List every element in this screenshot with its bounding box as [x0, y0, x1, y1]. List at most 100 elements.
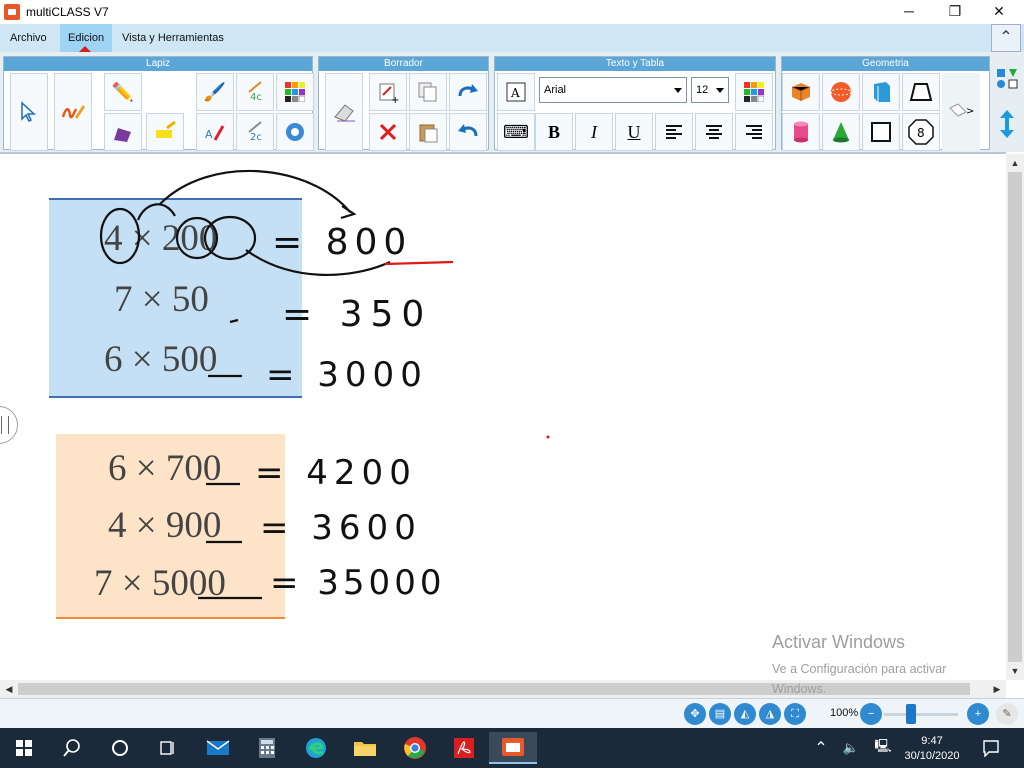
chrome-browser-icon[interactable] — [391, 732, 439, 764]
show-hidden-icons[interactable]: ⌃ — [804, 732, 838, 764]
multiclass-taskbar-button[interactable] — [489, 732, 537, 764]
group-lapiz: Lapiz ✏️ 🖌️ A 4c 2c — [3, 56, 314, 151]
edge-browser-icon[interactable] — [292, 732, 340, 764]
text-color-icon[interactable] — [735, 73, 773, 111]
move-vertical-icon[interactable] — [992, 102, 1022, 146]
scroll-up-icon[interactable]: ▲ — [1006, 154, 1024, 172]
text-box-icon[interactable]: A — [497, 73, 535, 111]
select-pointer-tool[interactable] — [10, 73, 48, 151]
network-icon[interactable]: 🖳 — [866, 732, 900, 764]
color-palette-icon[interactable] — [276, 73, 314, 111]
align-center-icon[interactable] — [695, 113, 733, 151]
vertical-scrollbar[interactable]: ▲ ▼ — [1006, 154, 1024, 680]
eraser-tool[interactable] — [325, 73, 363, 151]
expression-3: 6 × 500 — [104, 339, 217, 380]
delete-icon[interactable] — [369, 113, 407, 151]
formula-2c-tool[interactable]: 2c — [236, 113, 274, 151]
chevron-down-icon — [674, 88, 682, 93]
chevron-down-icon — [716, 88, 724, 93]
title-bar: multiCLASS V7 ─ ❐ ✕ — [0, 0, 1024, 24]
scroll-down-icon[interactable]: ▼ — [1006, 662, 1024, 680]
font-family-select[interactable]: Arial — [539, 77, 687, 103]
svg-text:4c: 4c — [250, 92, 262, 103]
freehand-pen-tool[interactable] — [54, 73, 92, 151]
add-page-icon[interactable]: + — [369, 73, 407, 111]
font-family-value: Arial — [544, 84, 567, 96]
shapes-palette-icon[interactable] — [992, 56, 1022, 100]
fit-width-icon[interactable]: ◭ — [734, 703, 756, 725]
fit-page-icon[interactable]: ◮ — [759, 703, 781, 725]
underline-button[interactable]: U — [615, 113, 653, 151]
file-explorer-icon[interactable] — [341, 732, 389, 764]
sphere-icon[interactable] — [822, 73, 860, 111]
collapse-ribbon-button[interactable]: ⌃ — [991, 24, 1021, 52]
undo-icon[interactable] — [449, 113, 487, 151]
vertical-scroll-thumb[interactable] — [1008, 172, 1022, 662]
calculator-icon[interactable] — [243, 732, 291, 764]
font-size-select[interactable]: 12 — [691, 77, 729, 103]
brush-tool[interactable]: 🖌️ — [196, 73, 234, 111]
more-shapes-button[interactable]: > — [942, 73, 980, 151]
expression-5: 4 × 900 — [108, 505, 221, 546]
redo-icon[interactable] — [449, 73, 487, 111]
status-bar: ✥ ▤ ◭ ◮ ⛶ 100% − + ✎ — [0, 698, 1024, 728]
minimize-button[interactable]: ─ — [886, 0, 932, 24]
magic-pen-tool[interactable]: ✏️ — [104, 73, 142, 111]
svg-text:>: > — [966, 106, 974, 117]
zoom-in-button[interactable]: + — [967, 703, 989, 725]
keyboard-icon[interactable]: ⌨ — [497, 113, 535, 151]
menu-archivo[interactable]: Archivo — [2, 24, 55, 52]
clock-time: 9:47 — [921, 735, 943, 747]
answer-5: = 3600 — [260, 508, 422, 548]
pencil-mode-icon[interactable]: ✎ — [996, 703, 1018, 725]
search-icon[interactable] — [48, 732, 96, 764]
square-icon[interactable] — [862, 113, 900, 151]
zoom-out-button[interactable]: − — [860, 703, 882, 725]
align-left-icon[interactable] — [655, 113, 693, 151]
zoom-slider-track[interactable] — [884, 713, 958, 716]
close-button[interactable]: ✕ — [976, 0, 1022, 24]
copy-icon[interactable] — [409, 73, 447, 111]
pan-icon[interactable]: ✥ — [684, 703, 706, 725]
windows-taskbar: ⌃ 🔈 🖳 9:47 30/10/2020 — [0, 728, 1024, 768]
start-button[interactable] — [0, 732, 48, 764]
text-pen-tool[interactable]: A — [196, 113, 234, 151]
menu-vista-herramientas[interactable]: Vista y Herramientas — [114, 24, 232, 52]
formula-4c-tool[interactable]: 4c — [236, 73, 274, 111]
task-view-icon[interactable] — [144, 732, 192, 764]
mail-icon[interactable] — [194, 732, 242, 764]
highlighter-tool[interactable] — [146, 113, 184, 151]
svg-text:2c: 2c — [250, 132, 262, 143]
notifications-icon[interactable] — [968, 732, 1014, 764]
answer-1: = 800 — [272, 222, 412, 263]
fullscreen-icon[interactable]: ⛶ — [784, 703, 806, 725]
italic-button[interactable]: I — [575, 113, 613, 151]
answer-2: = 350 — [282, 294, 432, 335]
scroll-right-icon[interactable]: ▶ — [988, 680, 1006, 698]
cortana-icon[interactable] — [96, 732, 144, 764]
shape-pen-tool[interactable] — [104, 113, 142, 151]
cube-icon[interactable] — [782, 73, 820, 111]
scroll-left-icon[interactable]: ◀ — [0, 680, 18, 698]
prism-icon[interactable] — [862, 73, 900, 111]
group-geometria: Geometria 8 > — [781, 56, 990, 151]
line-width-icon[interactable] — [276, 113, 314, 151]
align-right-icon[interactable] — [735, 113, 773, 151]
watermark-subtitle: Ve a Configuración para activar Windows. — [772, 662, 947, 696]
paste-icon[interactable] — [409, 113, 447, 151]
cylinder-icon[interactable] — [782, 113, 820, 151]
expression-4: 6 × 700 — [108, 448, 221, 489]
octagon-icon[interactable]: 8 — [902, 113, 940, 151]
volume-icon[interactable]: 🔈 — [834, 732, 868, 764]
cone-icon[interactable] — [822, 113, 860, 151]
maximize-button[interactable]: ❐ — [932, 0, 978, 24]
side-toolbar — [990, 52, 1024, 152]
app-logo-icon — [4, 4, 20, 20]
page-view-icon[interactable]: ▤ — [709, 703, 731, 725]
bold-button[interactable]: B — [535, 113, 573, 151]
trapezoid-icon[interactable] — [902, 73, 940, 111]
system-clock[interactable]: 9:47 30/10/2020 — [900, 734, 964, 764]
pdf-reader-icon[interactable] — [440, 732, 488, 764]
whiteboard-canvas[interactable]: 4 × 200 7 × 50 6 × 500 6 × 700 4 × 900 7… — [0, 152, 1006, 680]
zoom-slider-handle[interactable] — [906, 704, 916, 724]
